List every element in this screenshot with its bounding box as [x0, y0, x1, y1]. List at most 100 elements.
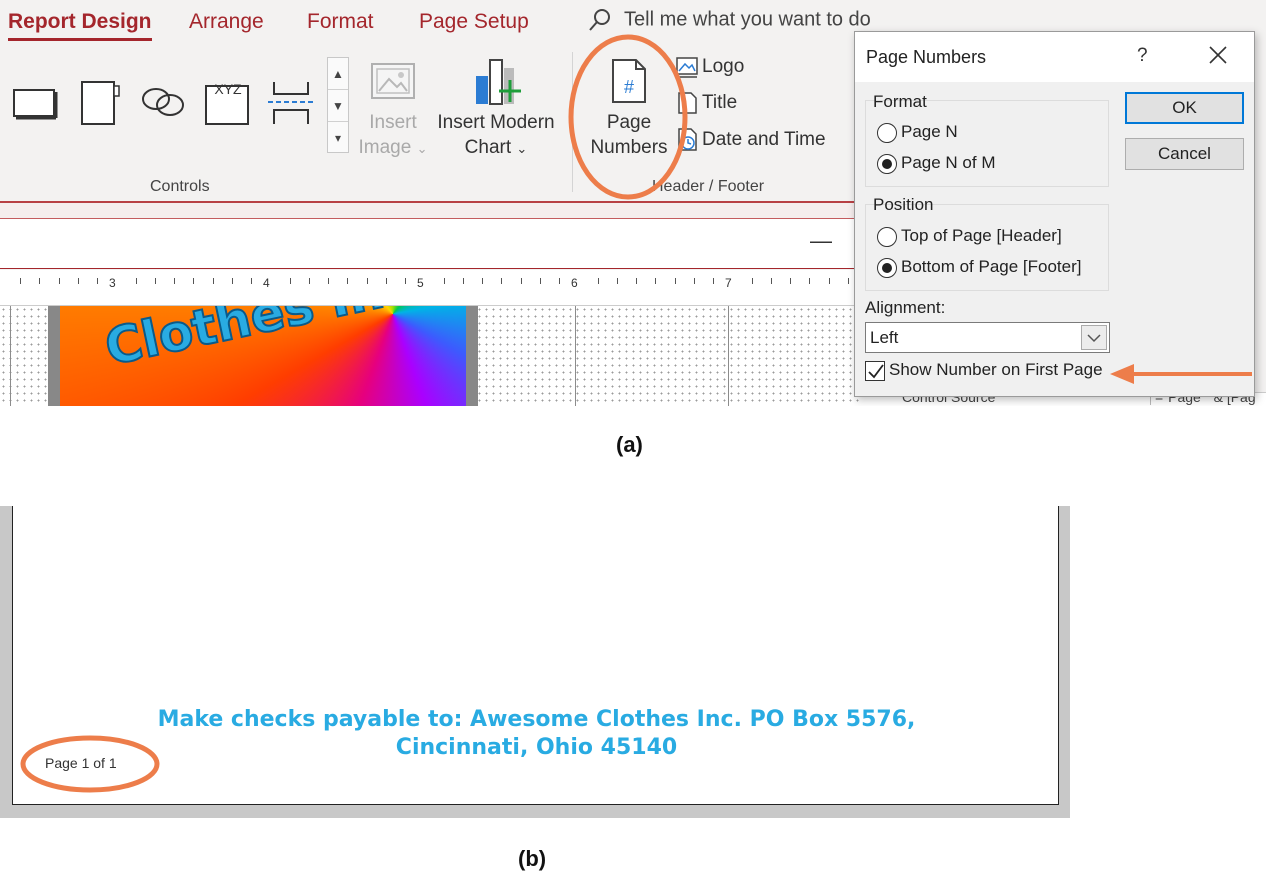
- logo-image-text: Clothes Inc: [99, 306, 419, 378]
- tab-page-setup[interactable]: Page Setup: [419, 10, 529, 34]
- insert-chart-label-2: Chart: [464, 137, 512, 158]
- page-numbers-button[interactable]: Page Numbers: [584, 110, 674, 160]
- insert-modern-chart-button[interactable]: Insert Modern Chart ⌄: [434, 110, 558, 161]
- report-footer-text: Make checks payable to: Awesome Clothes …: [13, 706, 1060, 762]
- report-logo-image[interactable]: Clothes Inc: [48, 306, 478, 406]
- caption-a: (a): [616, 432, 643, 457]
- ruler-tick: [752, 278, 753, 284]
- tab-control-icon[interactable]: [80, 80, 120, 126]
- dialog-title: Page Numbers: [866, 47, 987, 67]
- ruler-tick: [328, 278, 329, 284]
- chevron-down-icon: ⌄: [416, 141, 428, 156]
- radio-top-of-page[interactable]: Top of Page [Header]: [877, 226, 1062, 247]
- ruler-tick: [540, 278, 541, 284]
- radio-button-selected[interactable]: [877, 153, 897, 174]
- page-numbers-label-2: Numbers: [590, 137, 668, 158]
- show-number-first-page-checkbox[interactable]: Show Number on First Page: [865, 360, 1103, 381]
- tab-report-design[interactable]: Report Design: [8, 10, 152, 41]
- ruler-tick: [347, 278, 348, 284]
- logo-icon: [676, 57, 698, 78]
- ruler-tick: [174, 278, 175, 284]
- radio-bottom-of-page[interactable]: Bottom of Page [Footer]: [877, 257, 1081, 278]
- date-time-button[interactable]: Date and Time: [676, 128, 826, 152]
- ruler-tick: [790, 278, 791, 284]
- controls-gallery-scroller[interactable]: ▲ ▼ ▾: [327, 57, 349, 153]
- header-footer-group-label: Header / Footer: [652, 178, 765, 195]
- tell-me-text: Tell me what you want to do: [624, 8, 871, 31]
- ruler-tick: [559, 278, 560, 284]
- insert-image-button: Insert Image ⌄: [352, 110, 434, 161]
- radio-page-n-of-m[interactable]: Page N of M: [877, 153, 996, 174]
- cancel-button[interactable]: Cancel: [1125, 138, 1244, 170]
- ruler-tick: [309, 278, 310, 284]
- ruler-tick: [675, 278, 676, 284]
- ruler-tick: [463, 278, 464, 284]
- footer-line: Make checks payable to: Awesome Clothes …: [157, 707, 916, 732]
- insert-image-label-1: Insert: [369, 112, 417, 133]
- button-control-icon[interactable]: [12, 86, 60, 122]
- ok-button[interactable]: OK: [1125, 92, 1244, 124]
- ruler-tick: [290, 278, 291, 284]
- radio-label: Page N: [901, 122, 958, 141]
- close-icon[interactable]: [1207, 44, 1229, 66]
- radio-button[interactable]: [877, 226, 897, 247]
- radio-button-selected[interactable]: [877, 257, 897, 278]
- logo-label: Logo: [702, 56, 745, 78]
- tab-format[interactable]: Format: [307, 10, 374, 34]
- access-report-design-screenshot: Report Design Arrange Format Page Setup …: [0, 0, 1266, 406]
- ruler-tick: [482, 278, 483, 284]
- page-numbers-icon[interactable]: #: [610, 58, 648, 104]
- rainbow-swirl: Clothes Inc: [60, 306, 466, 406]
- position-group: [865, 204, 1109, 291]
- page-number-text: Page 1 of 1: [45, 755, 117, 771]
- gallery-more-icon[interactable]: ▾: [328, 122, 348, 154]
- tab-arrange[interactable]: Arrange: [189, 10, 264, 34]
- ruler-tick: [829, 278, 830, 284]
- label-control-icon[interactable]: XYZ: [204, 78, 252, 126]
- radio-button[interactable]: [877, 122, 897, 143]
- format-group: [865, 100, 1109, 187]
- position-legend: Position: [873, 195, 934, 214]
- caption-b: (b): [518, 846, 547, 871]
- xyz-label-text: XYZ: [214, 81, 242, 97]
- alignment-select[interactable]: Left: [865, 322, 1110, 353]
- title-label: Title: [702, 92, 738, 114]
- radio-label: Page N of M: [901, 153, 996, 172]
- gallery-up-icon[interactable]: ▲: [328, 58, 348, 90]
- ruler-tick: [713, 278, 714, 284]
- help-button[interactable]: ?: [1137, 45, 1148, 67]
- minimize-button[interactable]: —: [810, 228, 832, 254]
- report-section-band: [0, 201, 860, 219]
- title-icon: [678, 92, 697, 114]
- date-time-label: Date and Time: [702, 129, 826, 151]
- alignment-label: Alignment:: [865, 298, 946, 317]
- ruler-tick: [232, 278, 233, 284]
- tell-me-search[interactable]: Tell me what you want to do: [588, 8, 871, 32]
- checkbox-box[interactable]: [865, 360, 885, 381]
- ruler-number: 5: [417, 276, 424, 290]
- ruler-number: 6: [571, 276, 578, 290]
- checkmark-icon: [868, 363, 884, 378]
- ruler-tick: [59, 278, 60, 284]
- ruler-tick: [848, 278, 849, 284]
- chevron-down-icon[interactable]: [1081, 325, 1107, 350]
- ruler-tick: [97, 278, 98, 284]
- chevron-down-icon: ⌄: [516, 141, 528, 156]
- logo-button[interactable]: Logo: [676, 56, 744, 78]
- controls-group-label: Controls: [150, 178, 210, 195]
- title-button[interactable]: Title: [676, 92, 737, 114]
- radio-page-n[interactable]: Page N: [877, 122, 958, 143]
- ruler-tick: [213, 278, 214, 284]
- page-break-control-icon[interactable]: [266, 80, 318, 126]
- hyperlink-control-icon[interactable]: [140, 84, 188, 120]
- ruler-tick: [617, 278, 618, 284]
- report-preview: Make checks payable to: Awesome Clothes …: [0, 506, 1070, 818]
- gallery-down-icon[interactable]: ▼: [328, 90, 348, 122]
- ruler-tick: [367, 278, 368, 284]
- report-page: Make checks payable to: Awesome Clothes …: [12, 506, 1059, 805]
- ruler-tick: [193, 278, 194, 284]
- ruler-tick: [809, 278, 810, 284]
- footer-line: Cincinnati, Ohio 45140: [395, 735, 678, 760]
- ruler-tick: [251, 278, 252, 284]
- insert-chart-icon[interactable]: [474, 56, 522, 108]
